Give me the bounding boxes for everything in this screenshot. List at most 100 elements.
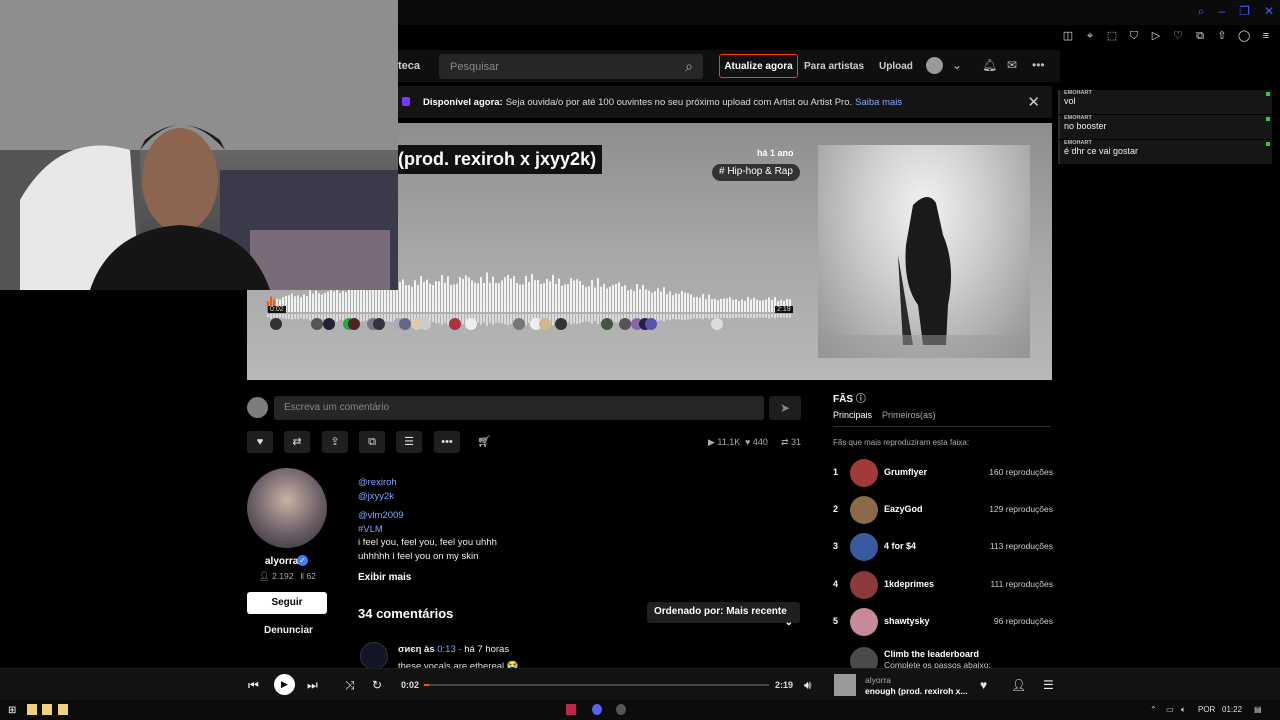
play-icon[interactable]: ▷: [1150, 30, 1162, 42]
tab-principais[interactable]: Principais: [833, 410, 873, 427]
learn-more-link[interactable]: Saiba mais: [855, 97, 902, 108]
fan-name[interactable]: Grumflyer: [884, 467, 927, 477]
minimize-icon[interactable]: –: [1218, 4, 1225, 19]
timed-comment-avatar[interactable]: [645, 318, 657, 330]
heart-icon[interactable]: ♡: [1172, 30, 1184, 42]
timed-comment-avatar[interactable]: [419, 318, 431, 330]
fan-name[interactable]: shawtysky: [884, 616, 930, 626]
fan-avatar[interactable]: [850, 496, 878, 524]
timed-comment-avatar[interactable]: [399, 318, 411, 330]
mail-icon[interactable]: ✉: [1007, 58, 1017, 72]
sort-dropdown[interactable]: Ordenado por: Mais recente ⌄: [647, 602, 800, 628]
now-playing-artist[interactable]: alyorra: [865, 675, 891, 685]
previous-icon[interactable]: ⏮: [248, 678, 259, 693]
language-indicator[interactable]: POR: [1198, 705, 1215, 714]
copy-link-button[interactable]: ⧉: [359, 431, 385, 453]
close-icon[interactable]: ✕: [1027, 93, 1040, 111]
upgrade-button[interactable]: Atualize agora: [719, 54, 798, 78]
app-icon[interactable]: [27, 704, 37, 715]
discord-icon[interactable]: [592, 704, 602, 715]
fan-row[interactable]: 2 EazyGod 129 reproduções: [833, 496, 1053, 526]
app-icon[interactable]: [58, 704, 68, 715]
close-icon[interactable]: ✕: [1264, 4, 1274, 19]
timed-comment-avatar[interactable]: [348, 318, 360, 330]
share-button[interactable]: ⇪: [322, 431, 348, 453]
sidebar-icon[interactable]: ◫: [1062, 30, 1074, 42]
share-icon[interactable]: ⇧: [1216, 30, 1228, 42]
puzzle-icon[interactable]: ⧉: [1194, 30, 1206, 42]
show-more-button[interactable]: Exibir mais: [358, 572, 411, 583]
more-icon[interactable]: •••: [1032, 58, 1045, 72]
fan-name[interactable]: EazyGod: [884, 504, 923, 514]
timed-comment-avatar[interactable]: [619, 318, 631, 330]
volume-icon[interactable]: 🔊︎: [804, 678, 812, 693]
pin-icon[interactable]: ⌖: [1084, 30, 1096, 42]
fan-avatar[interactable]: [850, 571, 878, 599]
tab-primeiros[interactable]: Primeiros(as): [882, 410, 936, 427]
tray-chevron-icon[interactable]: ⌃: [1150, 705, 1157, 714]
track-artwork[interactable]: [818, 145, 1030, 358]
menu-icon[interactable]: ≡: [1260, 30, 1272, 42]
now-playing-artwork[interactable]: [834, 674, 856, 696]
timed-comment-avatar[interactable]: [539, 318, 551, 330]
search-icon[interactable]: ⌕: [1198, 4, 1205, 19]
fan-row[interactable]: 1 Grumflyer 160 reproduções: [833, 459, 1053, 489]
tracks-count[interactable]: 62: [306, 571, 315, 581]
bell-icon[interactable]: 🔔︎: [982, 58, 997, 72]
profile-icon[interactable]: ◯: [1238, 30, 1250, 42]
timed-comment-avatar[interactable]: [555, 318, 567, 330]
screenshot-icon[interactable]: ⬚: [1106, 30, 1118, 42]
for-artists-link[interactable]: Para artistas: [804, 61, 864, 72]
timed-comment-avatar[interactable]: [270, 318, 282, 330]
genre-tag[interactable]: # Hip-hop & Rap: [712, 164, 800, 181]
comment-input[interactable]: Escreva um comentário: [274, 396, 764, 420]
mention-link[interactable]: @vlm2009: [358, 509, 558, 523]
comment-timestamp[interactable]: 0:13: [437, 644, 456, 655]
timed-comment-avatar[interactable]: [513, 318, 525, 330]
followers-count[interactable]: 2.192: [272, 571, 293, 581]
play-button[interactable]: ▶: [274, 674, 295, 695]
fan-name[interactable]: 4 for $4: [884, 541, 916, 551]
volume-icon[interactable]: 🔈︎: [1181, 705, 1186, 715]
now-playing-title[interactable]: enough (prod. rexiroh x...: [865, 686, 967, 696]
comment-user[interactable]: σиєη: [398, 644, 421, 655]
timed-comment-avatar[interactable]: [711, 318, 723, 330]
fan-row[interactable]: 4 1kdeprimes 111 reproduções: [833, 571, 1053, 601]
chevron-down-icon[interactable]: ⌄: [952, 58, 962, 72]
timed-comment-avatar[interactable]: [449, 318, 461, 330]
search-input[interactable]: Pesquisar ⌕: [439, 54, 703, 79]
climb-title[interactable]: Climb the leaderboard: [884, 649, 979, 659]
uploader-avatar[interactable]: [247, 468, 327, 548]
timed-comment-avatar[interactable]: [323, 318, 335, 330]
shuffle-icon[interactable]: ⤨: [345, 678, 355, 693]
app-icon[interactable]: [566, 704, 576, 715]
timed-comment-avatar[interactable]: [373, 318, 385, 330]
restore-icon[interactable]: ❐: [1239, 4, 1250, 19]
comment-avatar[interactable]: [360, 642, 388, 670]
fan-avatar[interactable]: [850, 459, 878, 487]
windows-start-icon[interactable]: ⊞: [8, 705, 16, 716]
repost-button[interactable]: ⇄: [284, 431, 310, 453]
buy-button[interactable]: 🛒︎: [471, 431, 497, 453]
report-link[interactable]: Denunciar: [264, 625, 313, 636]
fan-row[interactable]: 5 shawtysky 96 reproduções: [833, 608, 1053, 638]
mention-link[interactable]: @rexiroh: [358, 476, 558, 490]
search-icon[interactable]: ⌕: [685, 58, 693, 75]
timed-comment-avatar[interactable]: [465, 318, 477, 330]
library-link[interactable]: teca: [398, 60, 438, 72]
fan-name[interactable]: 1kdeprimes: [884, 579, 934, 589]
upload-link[interactable]: Upload: [879, 61, 913, 72]
more-button[interactable]: •••: [434, 431, 460, 453]
network-icon[interactable]: ▭: [1166, 705, 1174, 714]
mention-link[interactable]: @jxyy2k: [358, 490, 558, 504]
notifications-icon[interactable]: ▤: [1254, 705, 1262, 714]
next-icon[interactable]: ⏭: [307, 678, 318, 693]
like-button[interactable]: ♥: [247, 431, 273, 453]
avatar[interactable]: [926, 57, 943, 74]
app-icon[interactable]: [616, 704, 626, 715]
heart-icon[interactable]: ♥: [980, 678, 987, 692]
timed-comment-avatar[interactable]: [601, 318, 613, 330]
progress-bar[interactable]: [424, 684, 769, 686]
follow-icon[interactable]: 👤︎: [1011, 678, 1026, 692]
fan-avatar[interactable]: [850, 533, 878, 561]
